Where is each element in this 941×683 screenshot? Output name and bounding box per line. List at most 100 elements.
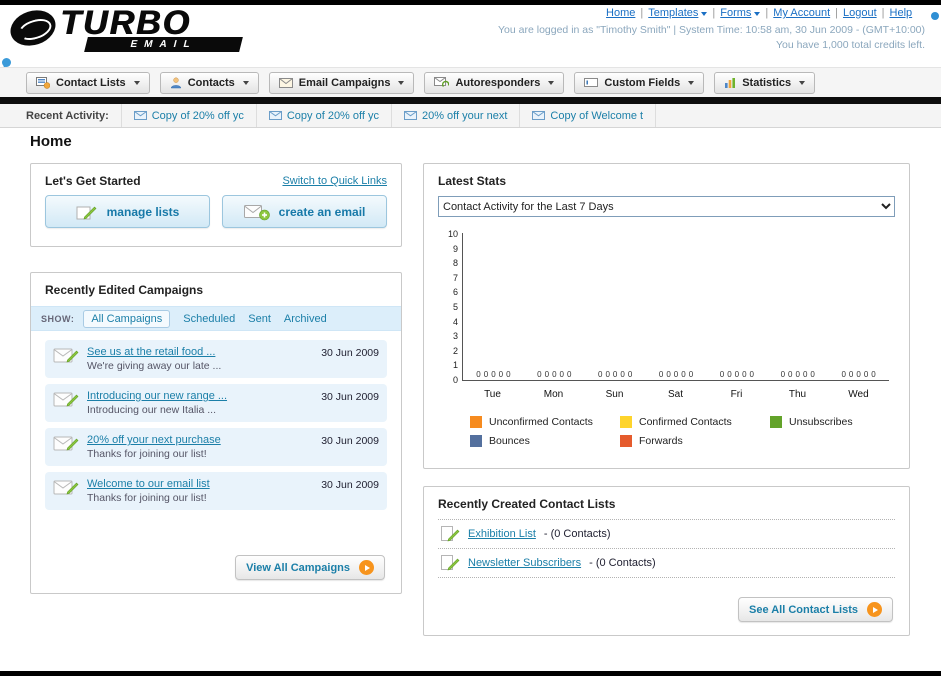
recent-activity-items: Copy of 20% off yc Copy of 20% off yc 20… [120,104,657,127]
campaign-title-link[interactable]: 20% off your next purchase [87,434,313,446]
stats-period-select[interactable]: Contact Activity for the Last 7 Days [438,196,895,217]
legend-label: Unsubscribes [789,416,853,428]
envelope-icon [403,111,417,120]
view-all-campaigns-label: View All Campaigns [246,561,350,574]
recent-activity-item: Copy of 20% off yc [120,104,256,127]
see-all-contact-lists-button[interactable]: See All Contact Lists [737,597,893,622]
list-edit-icon [440,554,460,572]
nav-label: Contact Lists [56,76,126,89]
campaign-filter-tab[interactable]: Archived [284,313,327,325]
legend-item: Unconfirmed Contacts [470,416,620,428]
create-email-label: create an email [278,204,366,219]
top-nav-link[interactable]: Logout [843,7,877,19]
nav-contact-lists-button[interactable]: Contact Lists [26,71,150,94]
campaign-row[interactable]: 20% off your next purchase Thanks for jo… [45,428,387,466]
nav-autoresponders-button[interactable]: Autoresponders [424,71,565,94]
email-edit-icon [53,434,79,457]
corner-dot-decoration [931,12,939,20]
top-nav-link-wrap: Logout | [843,7,890,19]
chevron-down-icon [398,80,405,85]
legend-label: Forwards [639,435,683,447]
campaign-filter-tab[interactable]: Sent [248,313,271,325]
bottom-border-strip [0,671,941,676]
nav-label: Email Campaigns [298,76,391,89]
campaign-title-link[interactable]: Introducing our new range ... [87,390,313,402]
top-nav-link-wrap: Templates | [648,7,720,19]
contact-list-meta: - (0 Contacts) [543,528,611,540]
manage-lists-button[interactable]: manage lists [45,195,210,228]
nav-email-campaigns-button[interactable]: Email Campaigns [268,71,415,94]
top-nav-link[interactable]: My Account [773,7,830,19]
statistics-icon [724,77,736,89]
nav-contacts-button[interactable]: Contacts [159,71,259,94]
campaign-subtitle: Thanks for joining our list! [87,448,207,460]
chevron-down-icon [688,80,695,85]
recent-activity-link[interactable]: Copy of 20% off yc [287,110,379,122]
top-nav-link-wrap: Help| [890,7,925,19]
latest-stats-title: Latest Stats [438,174,507,188]
top-nav-link[interactable]: Templates [648,7,698,19]
top-nav-link-wrap: My Account | [773,7,843,19]
manage-lists-label: manage lists [106,204,180,219]
legend-label: Confirmed Contacts [639,416,732,428]
contact-list-row[interactable]: Exhibition List - (0 Contacts) [438,520,895,549]
campaign-filter-tab[interactable]: All Campaigns [83,309,171,328]
envelope-icon [268,111,282,120]
create-email-button[interactable]: create an email [222,195,387,228]
envelope-plus-icon [243,203,270,221]
chevron-down-icon [754,12,761,16]
recent-activity-link[interactable]: Copy of 20% off yc [152,110,244,122]
contact-activity-chart: 10 9 8 7 6 5 4 3 2 1 0 000000000000000000000000000… [446,229,889,447]
campaign-list: See us at the retail food ... We're givi… [31,331,401,510]
top-nav-links: Home | Templates | Forms | My Account | Logo… [498,7,925,19]
top-nav-link[interactable]: Home [606,7,635,19]
app-logo[interactable]: TURBO EMAIL [10,6,243,52]
legend-item: Forwards [620,435,770,447]
recent-campaigns-title: Recently Edited Campaigns [45,283,204,297]
contact-list-link[interactable]: Exhibition List [468,528,536,540]
top-nav-link[interactable]: Help [890,7,913,19]
go-arrow-icon [359,560,374,575]
contact-list-row[interactable]: Newsletter Subscribers - (0 Contacts) [438,549,895,578]
campaign-date: 30 Jun 2009 [321,479,379,491]
link-separator: | [712,7,716,19]
nav-custom-fields-button[interactable]: Custom Fields [574,71,705,94]
legend-item: Unsubscribes [770,416,920,428]
chevron-down-icon [548,80,555,85]
campaign-title-link[interactable]: Welcome to our email list [87,478,313,490]
legend-label: Bounces [489,435,530,447]
link-separator: | [765,7,769,19]
top-bar-right: Home | Templates | Forms | My Account | Logo… [498,7,925,51]
recent-activity-link[interactable]: 20% off your next [422,110,507,122]
get-started-panel: Let's Get Started Switch to Quick Links … [30,163,402,247]
recent-activity-link[interactable]: Copy of Welcome t [550,110,643,122]
campaign-row[interactable]: Introducing our new range ... Introducin… [45,384,387,422]
email-edit-icon [53,478,79,501]
nav-statistics-button[interactable]: Statistics [714,71,816,94]
nav-label: Contacts [187,76,235,89]
legend-item: Confirmed Contacts [620,416,770,428]
legend-swatch [470,435,482,447]
chevron-down-icon [799,80,806,85]
custom-fields-icon [584,77,599,88]
header: TURBO EMAIL Home | Templates | Forms | My A… [0,5,941,67]
campaign-date: 30 Jun 2009 [321,435,379,447]
logo-subtitle: EMAIL [84,37,243,52]
campaign-title-link[interactable]: See us at the retail food ... [87,346,313,358]
email-campaigns-icon [278,77,293,88]
chart-x-axis: Tue Mon Sun Sat Fri Thu Wed [484,389,869,400]
campaign-subtitle: Thanks for joining our list! [87,492,207,504]
top-nav-link[interactable]: Forms [720,7,751,19]
switch-quick-links-link[interactable]: Switch to Quick Links [282,175,387,187]
campaign-row[interactable]: Welcome to our email list Thanks for joi… [45,472,387,510]
view-all-campaigns-button[interactable]: View All Campaigns [235,555,385,580]
recent-contact-lists-title: Recently Created Contact Lists [438,497,616,511]
campaign-tabs: All Campaigns Scheduled Sent Archived [83,309,327,328]
link-separator: | [835,7,838,19]
contact-list-link[interactable]: Newsletter Subscribers [468,557,581,569]
campaign-filter-tab[interactable]: Scheduled [183,313,235,325]
campaign-row[interactable]: See us at the retail food ... We're givi… [45,340,387,378]
email-edit-icon [53,346,79,369]
nav-label: Statistics [742,76,792,89]
page-title: Home [30,133,72,150]
